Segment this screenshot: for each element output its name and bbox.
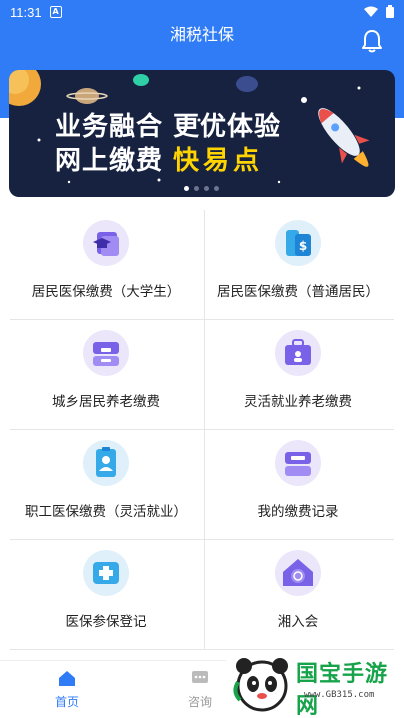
status-time: 11:31 [10,4,42,20]
banner-page-indicator [184,186,219,191]
svg-text:$: $ [299,239,307,253]
nav-home-label: 首页 [54,695,79,709]
service-item-insurance-registration[interactable]: 医保参保登记 [10,540,202,650]
watermark-url: www.GB315.com [304,690,375,700]
home-icon [59,671,75,686]
app-bar: 湘税社保 [0,24,404,68]
service-label: 居民医保缴费（普通居民） [217,284,379,300]
indicator-dot[interactable] [204,186,209,191]
nav-consult-label: 咨询 [187,695,212,709]
house-icon [275,550,321,596]
battery-icon [386,5,394,18]
service-item-resident-medical[interactable]: $ 居民医保缴费（普通居民） [202,210,394,320]
indicator-dot[interactable] [194,186,199,191]
service-label: 我的缴费记录 [257,504,339,520]
service-item-urban-rural-pension[interactable]: 城乡居民养老缴费 [10,320,202,430]
service-item-payment-records[interactable]: 我的缴费记录 [202,430,394,540]
bell-icon[interactable] [360,28,384,54]
chat-icon [192,671,208,683]
status-icons [364,5,394,18]
site-watermark: 国宝手游网 www.GB315.com [226,650,404,718]
banner-headline-1: 业务融合 更优体验 [55,112,282,142]
banner-headline-2-prefix: 网上缴费 [55,146,164,176]
service-item-xiangruhui[interactable]: 湘入会 [202,540,394,650]
service-item-employee-medical[interactable]: 职工医保缴费（灵活就业） [10,430,202,540]
service-label: 灵活就业养老缴费 [244,394,352,410]
service-label: 城乡居民养老缴费 [52,394,160,410]
building-payment-icon: $ [275,220,321,266]
promo-banner[interactable]: 业务融合 更优体验 网上缴费 快易点 [9,70,395,197]
service-item-college-medical[interactable]: 居民医保缴费（大学生） [10,210,202,320]
service-label: 医保参保登记 [65,614,147,630]
cabinet-icon [83,330,129,376]
service-item-flexible-pension[interactable]: 灵活就业养老缴费 [202,320,394,430]
indicator-dot[interactable] [184,186,189,191]
badge-person-icon [83,440,129,486]
app-title: 湘税社保 [169,25,234,44]
status-bar: 11:31 A [0,0,404,24]
nav-home[interactable]: 首页 [37,669,97,710]
service-label: 湘入会 [277,614,319,630]
notification-badge-icon: A [49,6,62,18]
graduation-card-icon [83,220,129,266]
record-box-icon [275,440,321,486]
panda-logo-icon [233,658,288,712]
indicator-dot[interactable] [214,186,219,191]
briefcase-icon [275,330,321,376]
nav-consult[interactable]: 咨询 [170,669,230,710]
service-label: 居民医保缴费（大学生） [31,284,181,300]
banner-headline-2: 网上缴费 快易点 [55,140,263,177]
watermark-text: 国宝手游网 [296,662,389,718]
medical-plus-icon [83,550,129,596]
banner-highlight: 快易点 [173,146,264,176]
service-label: 职工医保缴费（灵活就业） [25,504,187,520]
wifi-icon [364,6,378,17]
